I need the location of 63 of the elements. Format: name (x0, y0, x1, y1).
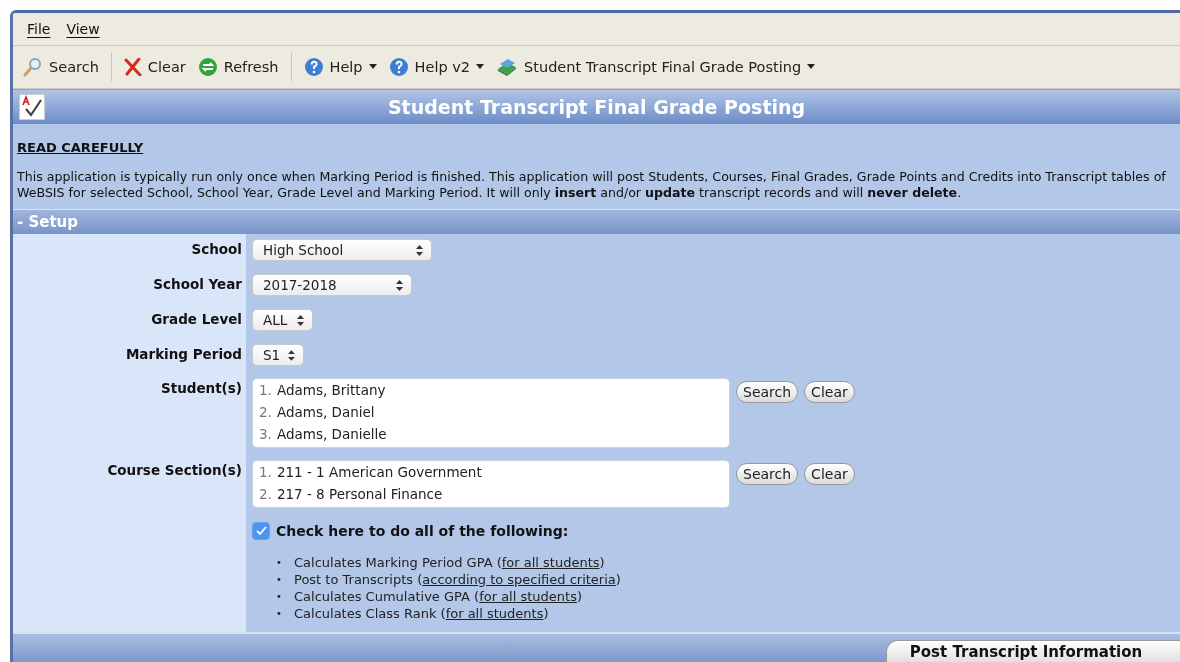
list-field[interactable]: 1. Adams, Brittany 2. Adams, Daniel 3. Adams, Danielle (252, 378, 730, 448)
dropdown[interactable]: S1 (252, 344, 304, 366)
toolbar-button[interactable]: Help (297, 52, 383, 82)
list-item: 3. Adams, Danielle (259, 425, 388, 444)
action-text: Calculates Cumulative GPA ( (294, 588, 480, 605)
action-text: Calculates Class Rank ( (294, 605, 446, 622)
help-icon (388, 57, 409, 77)
books-icon (496, 57, 519, 77)
toolbar-button[interactable]: Clear (117, 52, 192, 82)
bullet: • (276, 573, 283, 587)
post-button[interactable]: Post Transcript Information (886, 640, 1180, 662)
bullet: • (276, 556, 283, 570)
pill-button[interactable]: Clear (804, 463, 855, 485)
action-text: ) (615, 571, 621, 588)
field-label: Student(s) (160, 380, 242, 396)
menu-item[interactable]: File (27, 21, 51, 37)
field-label: Course Section(s) (107, 462, 242, 478)
checkbox-label: Check here to do all of the following: (276, 523, 569, 539)
action-text: ) (576, 588, 583, 605)
list-item: 1. Adams, Brittany (259, 381, 387, 400)
checkmark-icon (255, 526, 267, 536)
page-title: Student Transcript Final Grade Posting (386, 96, 807, 118)
pill-button[interactable]: Search (736, 463, 799, 485)
list-item: 2. 217 - 8 Personal Finance (259, 485, 444, 504)
action-text: ) (543, 605, 549, 622)
link[interactable]: for all students (445, 605, 544, 622)
action-text: Calculates Marking Period GPA ( (294, 554, 502, 571)
bullet: • (276, 590, 283, 604)
pill-button[interactable]: Search (736, 381, 799, 403)
list-item: 1. 211 - 1 American Government (259, 463, 483, 482)
field-label: Marking Period (125, 346, 242, 362)
toolbar-button[interactable]: Student Transcript Final Grade Posting (490, 52, 822, 82)
close-icon (123, 58, 142, 76)
field-label: School Year (153, 276, 242, 292)
bullet: • (276, 607, 283, 621)
help-icon (303, 57, 324, 77)
toolbar-button[interactable]: Help v2 (382, 52, 491, 82)
action-text: Post to Transcripts ( (294, 571, 423, 588)
updown-caret-icon (396, 279, 403, 291)
updown-caret-icon (416, 244, 423, 256)
list-field[interactable]: 1. 211 - 1 American Government 2. 217 - 8 Personal Finance (252, 460, 730, 508)
notice-heading: READ CAREFULLY (17, 140, 144, 155)
field-label: School (191, 241, 242, 257)
dropdown[interactable]: ALL (252, 309, 313, 331)
dropdown[interactable]: 2017-2018 (252, 274, 412, 296)
dropdown[interactable]: High School (252, 239, 432, 261)
link[interactable]: for all students (479, 588, 577, 605)
list-item: 2. Adams, Daniel (259, 403, 376, 422)
updown-caret-icon (297, 314, 304, 326)
toolbar-button[interactable]: Refresh (191, 52, 285, 82)
menu-item[interactable]: View (66, 21, 100, 37)
spellcheck-icon (19, 94, 45, 120)
notice-text: This application is typically run only once when Marking Period is finished. This application will post Students, Courses, Final Grades, Grade Points and Credits into Transcript tables of WeBSIS for selected School, School Year, Grade Level and Marking Period. It will only insert and/or update transcript records and will never delete. (17, 169, 1167, 201)
checkbox[interactable] (252, 522, 270, 540)
toolbar-button[interactable]: Search (17, 52, 105, 82)
updown-caret-icon (288, 349, 295, 361)
magnifier-icon (23, 57, 43, 77)
pill-button[interactable]: Clear (804, 381, 855, 403)
link[interactable]: according to specified criteria (422, 571, 616, 588)
field-label: Grade Level (151, 311, 242, 327)
refresh-icon (197, 57, 218, 77)
action-text: ) (599, 554, 605, 571)
link[interactable]: for all students (501, 554, 600, 571)
